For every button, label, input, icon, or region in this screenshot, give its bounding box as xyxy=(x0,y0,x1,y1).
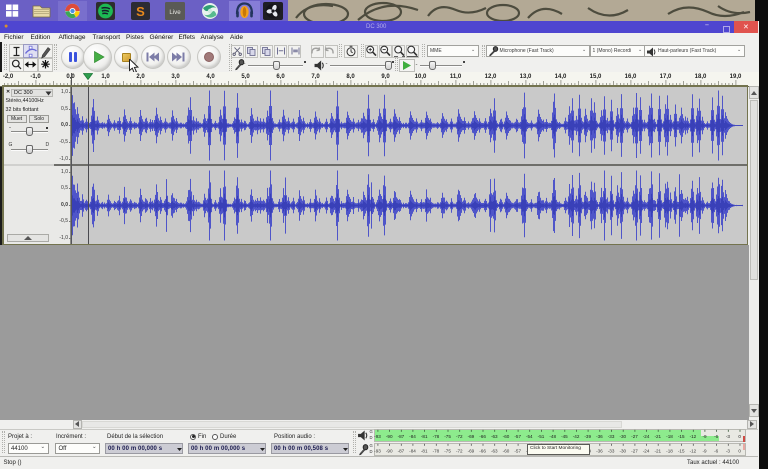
svg-text:-27: -27 xyxy=(631,448,638,453)
svg-text:-54: -54 xyxy=(526,448,533,453)
svg-text:-60: -60 xyxy=(503,448,510,453)
svg-text:Live: Live xyxy=(169,9,181,16)
svg-text:-36: -36 xyxy=(596,448,603,453)
svg-text:-78: -78 xyxy=(433,448,440,453)
svg-text:-39: -39 xyxy=(584,448,591,453)
svg-text:-87: -87 xyxy=(398,434,405,439)
svg-text:-63: -63 xyxy=(491,448,498,453)
svg-text:-15: -15 xyxy=(678,448,685,453)
svg-text:-12: -12 xyxy=(690,434,697,439)
svg-text:-6: -6 xyxy=(714,448,719,453)
svg-text:-6: -6 xyxy=(714,434,719,439)
svg-text:-21: -21 xyxy=(654,448,661,453)
svg-text:-69: -69 xyxy=(468,448,475,453)
svg-text:-87: -87 xyxy=(398,448,405,453)
svg-text:-66: -66 xyxy=(479,434,486,439)
svg-text:-24: -24 xyxy=(643,448,650,453)
svg-text:-48: -48 xyxy=(549,448,556,453)
svg-text:-60: -60 xyxy=(503,434,510,439)
svg-text:-18: -18 xyxy=(666,434,673,439)
svg-text:-36: -36 xyxy=(596,434,603,439)
svg-text:-48: -48 xyxy=(549,434,556,439)
svg-text:-42: -42 xyxy=(573,434,580,439)
svg-text:-39: -39 xyxy=(584,434,591,439)
svg-text:-81: -81 xyxy=(421,434,428,439)
svg-text:-75: -75 xyxy=(444,434,451,439)
svg-text:-33: -33 xyxy=(608,448,615,453)
svg-text:-51: -51 xyxy=(538,448,545,453)
svg-text:-81: -81 xyxy=(421,448,428,453)
svg-text:-84: -84 xyxy=(409,434,416,439)
svg-text:-69: -69 xyxy=(468,434,475,439)
svg-text:-93: -93 xyxy=(374,434,381,439)
svg-text:-63: -63 xyxy=(491,434,498,439)
svg-text:-51: -51 xyxy=(538,434,545,439)
svg-text:-27: -27 xyxy=(631,434,638,439)
svg-text:-90: -90 xyxy=(386,434,393,439)
svg-text:-72: -72 xyxy=(456,434,463,439)
svg-text:-75: -75 xyxy=(444,448,451,453)
svg-text:-9: -9 xyxy=(702,434,707,439)
svg-text:-84: -84 xyxy=(409,448,416,453)
svg-text:-57: -57 xyxy=(514,448,521,453)
svg-text:-57: -57 xyxy=(514,434,521,439)
svg-text:-33: -33 xyxy=(608,434,615,439)
svg-text:-66: -66 xyxy=(479,448,486,453)
svg-text:-78: -78 xyxy=(433,434,440,439)
svg-text:-3: -3 xyxy=(726,448,731,453)
svg-text:-21: -21 xyxy=(654,434,661,439)
svg-text:-24: -24 xyxy=(643,434,650,439)
svg-text:-42: -42 xyxy=(573,448,580,453)
svg-text:-93: -93 xyxy=(374,448,381,453)
svg-text:0: 0 xyxy=(738,434,741,439)
svg-text:-90: -90 xyxy=(386,448,393,453)
svg-text:-72: -72 xyxy=(456,448,463,453)
svg-text:0: 0 xyxy=(738,448,741,453)
svg-text:-18: -18 xyxy=(666,448,673,453)
svg-text:-12: -12 xyxy=(690,448,697,453)
svg-text:-3: -3 xyxy=(726,434,731,439)
svg-text:-45: -45 xyxy=(561,434,568,439)
svg-text:-30: -30 xyxy=(619,448,626,453)
svg-text:-45: -45 xyxy=(561,448,568,453)
svg-text:-30: -30 xyxy=(619,434,626,439)
svg-text:-54: -54 xyxy=(526,434,533,439)
svg-text:-15: -15 xyxy=(678,434,685,439)
svg-text:-9: -9 xyxy=(702,448,707,453)
svg-text:S: S xyxy=(136,4,145,19)
